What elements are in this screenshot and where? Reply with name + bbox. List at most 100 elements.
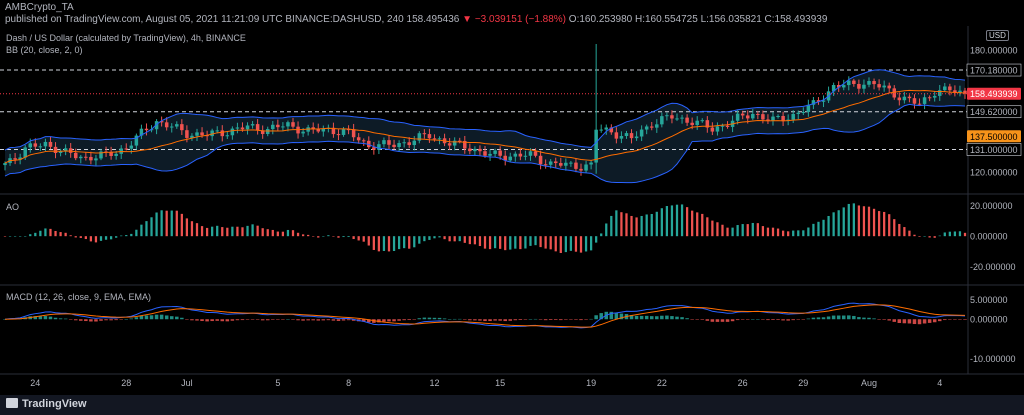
ao-legend[interactable]: AO [6,202,19,212]
ao-bar [888,214,891,237]
ao-bar [251,224,254,237]
tradingview-logo[interactable]: TradingView [6,398,87,410]
main-legend: Dash / US Dollar (calculated by TradingV… [6,33,246,43]
ao-bar [387,236,391,252]
ao-bar [473,236,477,245]
macd-histogram-bar [336,319,341,321]
ao-bar [680,204,684,237]
ao-bar [246,225,249,237]
macd-histogram-bar [690,319,694,320]
ao-bar [524,236,527,249]
candle-body [629,133,634,139]
candle-body [624,133,629,137]
currency-badge[interactable]: USD [986,30,1009,41]
macd-histogram-bar [225,319,230,322]
candle-body [195,132,199,136]
price-tick-label: 131.000000 [970,145,1018,155]
macd-histogram-bar [533,318,538,320]
ao-bar [645,214,648,237]
ao-bar [453,236,456,242]
ao-bar [913,234,916,237]
candle-body [265,129,270,134]
ao-bar [332,236,335,237]
candle-body [791,113,795,120]
candle-body [185,130,189,138]
macd-histogram-bar [614,312,619,320]
macd-histogram-bar [291,319,295,320]
ao-bar [185,218,189,237]
candle-body [538,155,543,165]
time-tick-label: 19 [586,378,596,388]
ao-bar [837,210,840,237]
macd-histogram-bar [114,319,118,321]
macd-tick-label: 5.000000 [970,295,1008,305]
ao-bar [928,236,931,238]
ao-bar [857,205,861,237]
ao-bar [721,224,724,237]
macd-histogram-bar [644,315,649,320]
ao-bar [29,234,32,237]
candle-body [473,148,477,152]
ao-bar [307,234,310,237]
ao-bar [216,225,219,237]
candle-body [675,118,679,120]
ao-bar [150,217,153,237]
macd-histogram-bar [452,318,457,320]
candle-body [720,125,725,127]
macd-histogram-bar [73,319,78,321]
macd-histogram-bar [154,314,159,320]
macd-histogram-bar [958,319,962,320]
macd-histogram-bar [149,315,154,320]
candle-body [872,81,876,85]
macd-histogram-bar [675,316,679,320]
bb-legend[interactable]: BB (20, close, 2, 0) [6,45,83,55]
macd-histogram-bar [559,319,563,321]
macd-histogram-bar [48,316,53,320]
macd-histogram-bar [311,319,315,321]
ao-bar [160,210,163,237]
time-tick-label: Aug [861,378,877,388]
candle-body [392,144,396,148]
ao-bar [372,236,375,250]
macd-histogram-bar [639,315,644,320]
chart-canvas[interactable]: 180.000000 170.180000 158.493939 149.620000… [0,0,1024,395]
macd-histogram-bar [670,316,674,320]
ao-bar [499,236,502,249]
ao-bar [175,210,178,237]
candle-body [407,142,411,146]
ao-bar [281,231,285,237]
candle-body [594,129,598,163]
ao-bar [615,210,618,237]
macd-histogram-bar [518,319,523,320]
macd-legend[interactable]: MACD (12, 26, close, 9, EMA, EMA) [6,292,151,302]
macd-histogram-bar [200,319,204,322]
ao-bar [221,227,224,237]
candle-body [766,119,770,121]
ao-bar [3,236,7,237]
ao-bar [898,223,901,237]
ao-bar [519,236,522,250]
ao-bar [44,228,47,237]
candle-body [468,148,472,152]
ao-bar [554,236,557,252]
macd-histogram-bar [296,319,300,321]
macd-histogram-bar [907,319,912,324]
ao-bar [685,207,689,237]
candle-body [564,162,568,166]
macd-histogram-bar [316,319,321,321]
ao-bar [39,230,42,237]
candle-body [548,161,553,165]
ao-bar [352,236,355,240]
ao-bar [827,215,830,237]
macd-histogram-bar [326,319,331,321]
candle-body [175,124,179,127]
macd-histogram-bar [735,319,740,321]
candle-body [48,141,53,147]
macd-histogram-bar [852,315,856,320]
macd-histogram-bar [331,319,336,321]
candle-body [341,129,346,135]
price-tick-label: 170.180000 [970,66,1018,76]
candle-body [841,85,846,88]
ao-bar [761,226,765,237]
candle-body [756,113,760,115]
